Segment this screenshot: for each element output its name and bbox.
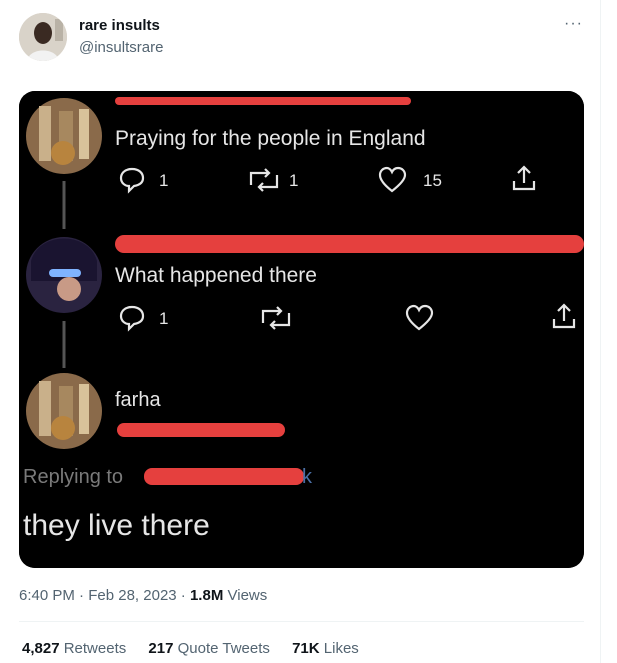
post1-replies: 1 xyxy=(159,171,168,190)
post3-replying-prefix: Replying to xyxy=(23,466,123,488)
tweet-date[interactable]: Feb 28, 2023 xyxy=(88,587,176,604)
retweets-label: Retweets xyxy=(63,640,127,657)
more-icon[interactable]: ··· xyxy=(564,15,583,33)
post3-name: farha xyxy=(115,389,161,411)
tweet-image[interactable]: Praying for the people in England 1 1 15 xyxy=(19,91,584,568)
quotes-label: Quote Tweets xyxy=(177,640,270,657)
tweet-time[interactable]: 6:40 PM xyxy=(19,587,75,604)
divider xyxy=(19,621,584,622)
views-count: 1.8M xyxy=(189,587,224,604)
engagement-stats: 4,827 Retweets 217 Quote Tweets 71K Like… xyxy=(22,640,377,657)
redaction-bar xyxy=(144,468,304,485)
likes-count: 71K xyxy=(292,640,320,657)
quotes-count: 217 xyxy=(148,640,174,657)
retweets-stat[interactable]: 4,827 Retweets xyxy=(22,640,126,657)
post3-replying-suffix: k xyxy=(302,466,313,488)
meta-separator: · xyxy=(79,587,85,604)
likes-stat[interactable]: 71K Likes xyxy=(292,640,359,657)
views-label: Views xyxy=(227,587,268,604)
tweet-meta: 6:40 PM · Feb 28, 2023 · 1.8M Views xyxy=(19,587,267,604)
post1-likes: 15 xyxy=(423,171,442,190)
meta-separator: · xyxy=(180,587,186,604)
quotes-stat[interactable]: 217 Quote Tweets xyxy=(148,640,269,657)
post2-replies: 1 xyxy=(159,309,168,328)
tweet-card: rare insults @insultsrare ··· Praying fo… xyxy=(0,0,601,663)
author-name[interactable]: rare insults xyxy=(79,17,160,34)
redaction-bar xyxy=(115,235,584,253)
screenshot-avatar-1 xyxy=(26,98,102,174)
post3-text: they live there xyxy=(23,509,210,542)
retweets-count: 4,827 xyxy=(22,640,60,657)
screenshot-avatar-2 xyxy=(26,237,102,313)
author-handle[interactable]: @insultsrare xyxy=(79,39,163,56)
redaction-bar xyxy=(115,97,411,105)
post1-retweets: 1 xyxy=(289,171,298,190)
redaction-bar xyxy=(117,423,285,437)
post2-text: What happened there xyxy=(115,264,317,287)
post1-text: Praying for the people in England xyxy=(115,127,426,150)
likes-label: Likes xyxy=(323,640,359,657)
author-avatar[interactable] xyxy=(19,13,67,61)
screenshot-avatar-3 xyxy=(26,373,102,449)
